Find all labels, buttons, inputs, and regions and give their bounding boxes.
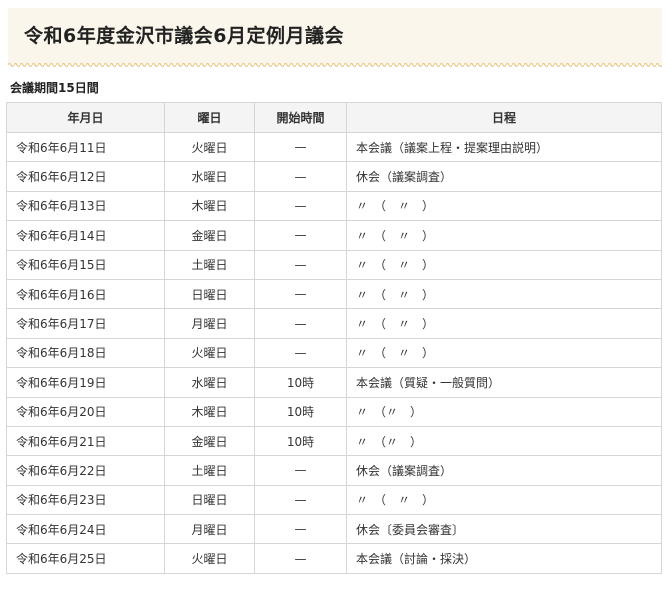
date-cell: 令和6年6月22日 (6, 455, 165, 486)
table-row: 令和6年6月15日 土曜日 — 〃 （ 〃 ） (6, 249, 662, 280)
header-date: 年月日 (6, 102, 165, 133)
start-time-cell: — (254, 308, 347, 339)
table-row: 令和6年6月22日 土曜日 — 休会（議案調査） (6, 455, 662, 486)
date-cell: 令和6年6月24日 (6, 514, 165, 545)
day-cell: 月曜日 (164, 308, 255, 339)
page-header: 令和6年度金沢市議会6月定例月議会 (8, 8, 662, 64)
day-cell: 火曜日 (164, 543, 255, 574)
day-cell: 日曜日 (164, 484, 255, 516)
start-time-cell: 10時 (254, 367, 347, 398)
schedule-table: 年月日 曜日 開始時間 日程 令和6年6月11日 火曜日 — 本会議（議案上程・提案理… (6, 102, 662, 574)
start-time-cell: — (254, 337, 347, 369)
start-time-cell: — (254, 249, 347, 280)
table-row: 令和6年6月23日 日曜日 — 〃 （ 〃 ） (6, 484, 662, 516)
start-time-cell: — (254, 190, 347, 222)
table-body: 令和6年6月11日 火曜日 — 本会議（議案上程・提案理由説明） 令和6年6月12日 水曜… (6, 131, 662, 574)
table-row: 令和6年6月19日 水曜日 10時 本会議（質疑・一般質問） (6, 367, 662, 398)
day-cell: 金曜日 (164, 425, 255, 457)
schedule-cell: 〃 （ 〃 ） (346, 308, 662, 339)
schedule-cell: 〃 （ 〃 ） (346, 249, 662, 280)
start-time-cell: — (254, 220, 347, 251)
day-cell: 木曜日 (164, 396, 255, 427)
schedule-cell: 〃 （ 〃 ） (346, 337, 662, 369)
schedule-cell: 休会〔委員会審査〕 (346, 514, 662, 545)
day-cell: 水曜日 (164, 161, 255, 192)
date-cell: 令和6年6月11日 (6, 131, 165, 163)
date-cell: 令和6年6月18日 (6, 337, 165, 369)
table-row: 令和6年6月14日 金曜日 — 〃 （ 〃 ） (6, 220, 662, 251)
title-underline (8, 62, 662, 68)
date-cell: 令和6年6月17日 (6, 308, 165, 339)
day-cell: 土曜日 (164, 249, 255, 280)
table-row: 令和6年6月25日 火曜日 — 本会議（討論・採決） (6, 543, 662, 574)
schedule-cell: 休会（議案調査） (346, 455, 662, 486)
date-cell: 令和6年6月21日 (6, 425, 165, 457)
start-time-cell: — (254, 161, 347, 192)
table-row: 令和6年6月17日 月曜日 — 〃 （ 〃 ） (6, 308, 662, 339)
table-row: 令和6年6月20日 木曜日 10時〃 （〃 ） (6, 396, 662, 427)
table-row: 令和6年6月13日 木曜日 — 〃 （ 〃 ） (6, 190, 662, 222)
table-row: 令和6年6月16日 日曜日 — 〃 （ 〃 ） (6, 278, 662, 310)
date-cell: 令和6年6月14日 (6, 220, 165, 251)
date-cell: 令和6年6月15日 (6, 249, 165, 280)
schedule-cell: 本会議（議案上程・提案理由説明） (346, 131, 662, 163)
table-row: 令和6年6月12日 水曜日 — 休会（議案調査） (6, 161, 662, 192)
date-cell: 令和6年6月12日 (6, 161, 165, 192)
schedule-cell: 休会（議案調査） (346, 161, 662, 192)
start-time-cell: — (254, 131, 347, 163)
schedule-cell: 〃 （ 〃 ） (346, 484, 662, 516)
start-time-cell: — (254, 455, 347, 486)
header-day: 曜日 (164, 102, 255, 133)
day-cell: 月曜日 (164, 514, 255, 545)
schedule-cell: 本会議（討論・採決） (346, 543, 662, 574)
table-row: 令和6年6月11日 火曜日 — 本会議（議案上程・提案理由説明） (6, 131, 662, 163)
date-cell: 令和6年6月23日 (6, 484, 165, 516)
date-cell: 令和6年6月25日 (6, 543, 165, 574)
date-cell: 令和6年6月13日 (6, 190, 165, 222)
day-cell: 火曜日 (164, 131, 255, 163)
table-row: 令和6年6月21日 金曜日 10時〃 （〃 ） (6, 425, 662, 457)
header-schedule: 日程 (346, 102, 662, 133)
table-row: 令和6年6月24日 月曜日 — 休会〔委員会審査〕 (6, 514, 662, 545)
schedule-cell: 〃 （〃 ） (346, 425, 662, 457)
start-time-cell: 10時 (254, 396, 347, 427)
start-time-cell: — (254, 278, 347, 310)
table-row: 令和6年6月18日 火曜日 — 〃 （ 〃 ） (6, 337, 662, 369)
schedule-cell: 〃 （ 〃 ） (346, 220, 662, 251)
date-cell: 令和6年6月16日 (6, 278, 165, 310)
page-title: 令和6年度金沢市議会6月定例月議会 (24, 25, 344, 47)
day-cell: 木曜日 (164, 190, 255, 222)
day-cell: 日曜日 (164, 278, 255, 310)
schedule-cell: 〃 （ 〃 ） (346, 278, 662, 310)
date-cell: 令和6年6月20日 (6, 396, 165, 427)
date-cell: 令和6年6月19日 (6, 367, 165, 398)
table-header-row: 年月日 曜日 開始時間 日程 (6, 102, 662, 133)
schedule-cell: 〃 （ 〃 ） (346, 190, 662, 222)
session-period: 会議期間15日間 (10, 81, 99, 95)
header-start-time: 開始時間 (254, 102, 347, 133)
schedule-cell: 本会議（質疑・一般質問） (346, 367, 662, 398)
day-cell: 水曜日 (164, 367, 255, 398)
start-time-cell: — (254, 543, 347, 574)
schedule-cell: 〃 （〃 ） (346, 396, 662, 427)
start-time-cell: 10時 (254, 425, 347, 457)
day-cell: 金曜日 (164, 220, 255, 251)
start-time-cell: — (254, 514, 347, 545)
start-time-cell: — (254, 484, 347, 516)
day-cell: 火曜日 (164, 337, 255, 369)
day-cell: 土曜日 (164, 455, 255, 486)
